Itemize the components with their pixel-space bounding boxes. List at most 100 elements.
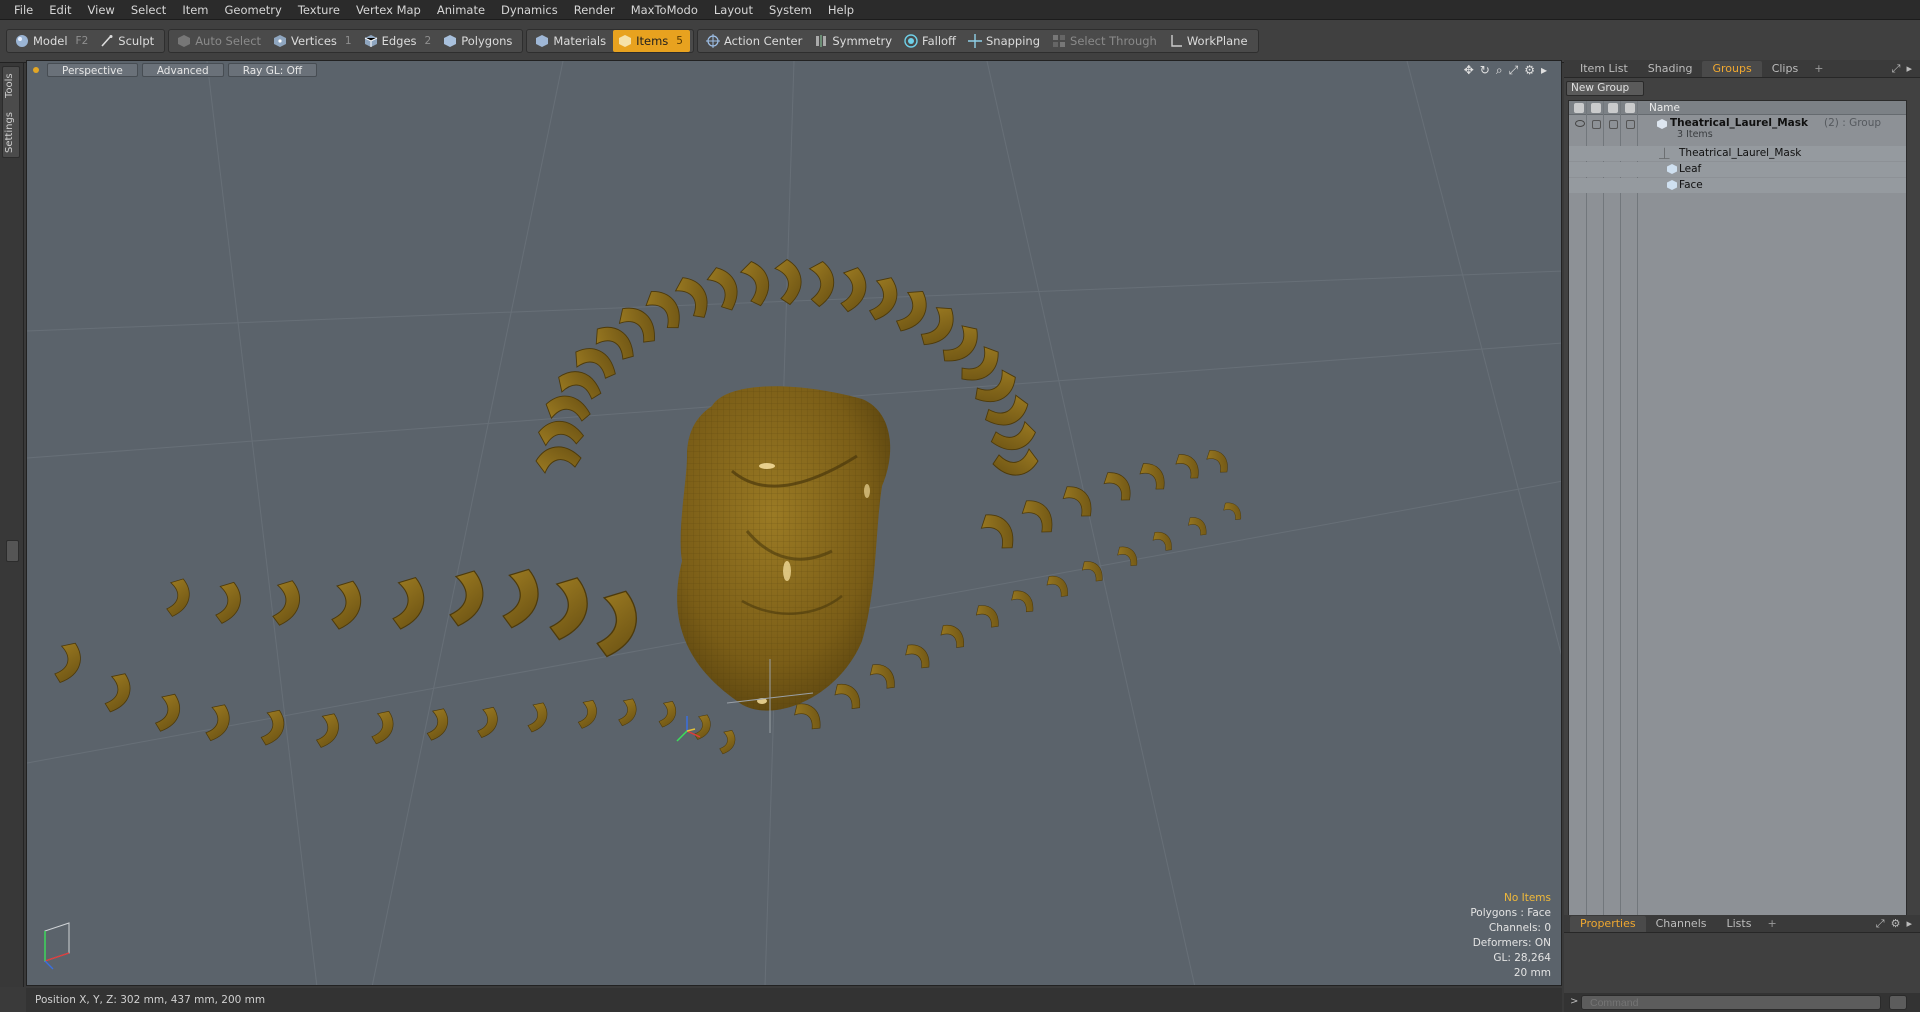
gear-icon[interactable]: ⚙: [1524, 63, 1535, 78]
menu-edit[interactable]: Edit: [41, 0, 79, 20]
leaf-shape: [1175, 454, 1199, 479]
tab-settings[interactable]: Settings: [4, 109, 20, 155]
menu-maxtomodo[interactable]: MaxToModo: [623, 0, 706, 20]
menu-texture[interactable]: Texture: [290, 0, 348, 20]
tree-item-face[interactable]: Face: [1569, 178, 1906, 193]
action-center-button[interactable]: Action Center: [701, 30, 809, 52]
menu-vertex-map[interactable]: Vertex Map: [348, 0, 429, 20]
sculpt-button[interactable]: Sculpt: [95, 30, 161, 52]
select-toggle[interactable]: [1626, 120, 1635, 129]
vertices-label: Vertices: [291, 34, 337, 48]
new-group-button[interactable]: New Group: [1566, 81, 1644, 96]
menu-view[interactable]: View: [80, 0, 123, 20]
menu-layout[interactable]: Layout: [706, 0, 761, 20]
pan-icon[interactable]: ✥: [1464, 63, 1474, 78]
maximize-panel-icon[interactable]: ⤢: [1892, 62, 1901, 76]
snapping-button[interactable]: Snapping: [963, 30, 1047, 52]
3d-viewport[interactable]: Perspective Advanced Ray GL: Off ✥ ↻ ⌕ ⤢…: [26, 60, 1562, 986]
command-input[interactable]: [1581, 995, 1881, 1010]
mask-face: [677, 386, 891, 711]
menu-dynamics[interactable]: Dynamics: [493, 0, 566, 20]
gear-icon[interactable]: ⚙: [1891, 917, 1901, 931]
raygl-dropdown[interactable]: Ray GL: Off: [227, 63, 318, 77]
tab-properties[interactable]: Properties: [1570, 915, 1646, 932]
tab-clips[interactable]: Clips: [1762, 61, 1809, 77]
items-shortcut: 5: [676, 35, 683, 47]
tree-item-mesh[interactable]: ⏊ Theatrical_Laurel_Mask: [1569, 146, 1906, 161]
grid-size-info: 20 mm: [1513, 967, 1551, 979]
eye-icon[interactable]: [1575, 120, 1585, 127]
leaf-shape: [1206, 450, 1228, 473]
add-tab-button[interactable]: +: [1808, 61, 1829, 77]
polygons-button[interactable]: Polygons: [438, 30, 519, 52]
falloff-button[interactable]: Falloff: [899, 30, 963, 52]
view-mode-dropdown[interactable]: Perspective: [47, 63, 138, 77]
panel-arrow-icon[interactable]: ▸: [1906, 62, 1912, 76]
workplane-button[interactable]: WorkPlane: [1164, 30, 1255, 52]
tab-item-list[interactable]: Item List: [1570, 61, 1638, 77]
lock-column-icon[interactable]: [1608, 103, 1618, 113]
menu-system[interactable]: System: [761, 0, 820, 20]
edges-shortcut: 2: [424, 35, 432, 47]
leaf-shape: [316, 713, 339, 748]
model-button[interactable]: Model F2: [10, 30, 95, 52]
menu-help[interactable]: Help: [820, 0, 862, 20]
materials-button[interactable]: Materials: [530, 30, 613, 52]
gl-info: GL: 28,264: [1493, 952, 1551, 964]
symmetry-label: Symmetry: [832, 34, 893, 48]
workplane-label: WorkPlane: [1186, 34, 1248, 48]
leaf-shape: [834, 683, 860, 709]
leaf-shape: [774, 258, 802, 306]
leaf-shape: [905, 644, 930, 669]
viewport-menu-dot[interactable]: [33, 67, 39, 73]
menu-file[interactable]: File: [6, 0, 41, 20]
menu-item[interactable]: Item: [174, 0, 216, 20]
snapping-label: Snapping: [985, 34, 1041, 48]
edges-button[interactable]: Edges 2: [359, 30, 439, 52]
render-column-icon[interactable]: [1591, 103, 1601, 113]
leaf-shape: [166, 578, 190, 617]
materials-icon: [536, 35, 549, 47]
menu-render[interactable]: Render: [566, 0, 623, 20]
leaf-shape: [1011, 590, 1034, 613]
add-tab-button[interactable]: +: [1761, 916, 1782, 932]
menu-select[interactable]: Select: [123, 0, 174, 20]
model-label: Model: [33, 34, 68, 48]
maximize-icon[interactable]: ⤢: [1509, 63, 1519, 78]
command-history-button[interactable]: [1889, 995, 1907, 1010]
tab-groups[interactable]: Groups: [1702, 60, 1762, 77]
leaf-shape: [869, 664, 895, 689]
viewport-info-overlay: No Items Polygons : Face Channels: 0 Def…: [1470, 891, 1551, 981]
shading-mode-dropdown[interactable]: Advanced: [141, 63, 224, 77]
tab-lists[interactable]: Lists: [1717, 916, 1762, 932]
maximize-panel-icon[interactable]: ⤢: [1876, 917, 1885, 931]
vertices-button[interactable]: Vertices 1: [268, 30, 359, 52]
tab-shading[interactable]: Shading: [1638, 61, 1703, 77]
name-column-header[interactable]: Name: [1649, 102, 1680, 114]
left-collapse-handle[interactable]: [6, 540, 19, 562]
symmetry-button[interactable]: Symmetry: [809, 30, 899, 52]
panel-arrow-icon[interactable]: ▸: [1906, 917, 1912, 931]
group-item-count: 3 Items: [1677, 129, 1713, 140]
lock-toggle[interactable]: [1609, 120, 1618, 129]
leaf-shape: [215, 581, 241, 624]
auto-select-button[interactable]: Auto Select: [172, 30, 268, 52]
scene-canvas[interactable]: [27, 61, 1562, 986]
zoom-icon[interactable]: ⌕: [1496, 63, 1503, 78]
visibility-column-icon[interactable]: [1574, 103, 1584, 113]
leaf-shape: [392, 576, 425, 630]
group-name: Theatrical_Laurel_Mask: [1670, 117, 1808, 129]
rotate-icon[interactable]: ↻: [1480, 63, 1490, 78]
tab-channels[interactable]: Channels: [1646, 916, 1717, 932]
items-button[interactable]: Items 5: [613, 30, 690, 52]
menu-animate[interactable]: Animate: [429, 0, 493, 20]
expand-arrow-icon[interactable]: ▸: [1541, 63, 1547, 78]
select-column-icon[interactable]: [1625, 103, 1635, 113]
tab-tools[interactable]: Tools: [4, 70, 20, 102]
groups-panel: New Group Name Theatrical_Laurel_Mask (2: [1564, 78, 1920, 918]
select-through-button[interactable]: Select Through: [1047, 30, 1164, 52]
group-row[interactable]: Theatrical_Laurel_Mask (2) : Group 3 Ite…: [1569, 117, 1906, 145]
menu-geometry[interactable]: Geometry: [217, 0, 290, 20]
tree-item-leaf[interactable]: Leaf: [1569, 162, 1906, 177]
render-toggle[interactable]: [1592, 120, 1601, 129]
